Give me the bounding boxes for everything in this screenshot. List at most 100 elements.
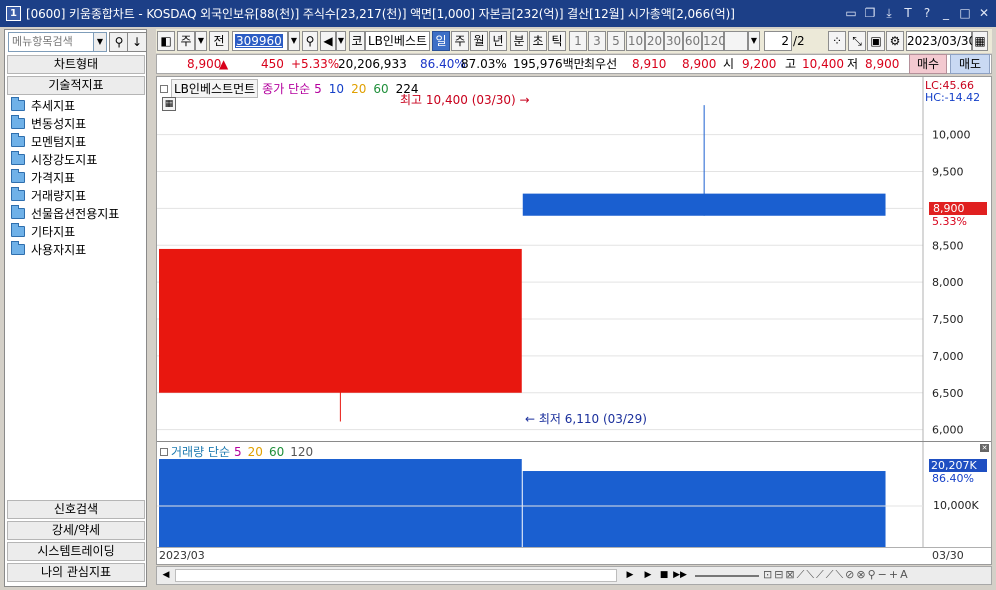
menu-search-input[interactable]: 메뉴항목검색	[8, 32, 94, 52]
scroll-track[interactable]	[175, 569, 617, 582]
volume-bar	[522, 471, 886, 547]
sell-button[interactable]: 매도	[950, 54, 990, 74]
custom-interval-select[interactable]	[724, 31, 748, 51]
ma-20: 20	[351, 81, 367, 96]
interval-button[interactable]: 1	[569, 31, 587, 51]
tree-item[interactable]: 거래량지표	[11, 186, 119, 204]
interval-button[interactable]: 20	[645, 31, 664, 51]
period-week[interactable]: 주	[451, 31, 469, 51]
period-month[interactable]: 월	[470, 31, 488, 51]
chevron-down-icon[interactable]: ▼	[93, 32, 107, 52]
volume-legend: 거래량 단순 5 20 60 120	[160, 443, 313, 460]
stock-name-field[interactable]: LB인베스트	[365, 31, 430, 51]
play-icon[interactable]: ▶	[641, 568, 655, 583]
crosshair-icon[interactable]: ⁘	[828, 31, 846, 51]
interval-button[interactable]: 30	[664, 31, 683, 51]
ma-60: 60	[373, 81, 389, 96]
close-pane-icon[interactable]: ✕	[980, 444, 989, 452]
low-price: 8,900	[865, 57, 900, 71]
change-percent: +5.33%	[291, 57, 340, 71]
section-my-indicators[interactable]: 나의 관심지표	[7, 563, 145, 582]
chevron-down-icon[interactable]: ▼	[288, 31, 300, 51]
period-day[interactable]: 일	[432, 31, 450, 51]
download-icon[interactable]: ↓	[127, 32, 147, 52]
stock-type-select[interactable]: 주	[177, 31, 195, 51]
folder-icon	[11, 168, 25, 183]
tree-item[interactable]: 사용자지표	[11, 240, 119, 258]
fast-forward-icon[interactable]: ▶▶	[673, 568, 687, 583]
indicator-tree: 추세지표 변동성지표 모멘텀지표 시장강도지표 가격지표 거래량지표 선물옵션전…	[11, 96, 119, 258]
buy-button[interactable]: 매수	[909, 54, 947, 74]
search-icon[interactable]: ⚲	[302, 31, 318, 51]
indicator-panel: 메뉴항목검색 ▼ ⚲ ↓ 차트형태 기술적지표 추세지표 변동성지표 모멘텀지표…	[4, 29, 147, 587]
pin-icon[interactable]: ⤓	[881, 5, 897, 21]
folder-icon	[11, 222, 25, 237]
period-tick[interactable]: 틱	[548, 31, 566, 51]
interval-button[interactable]: 10	[626, 31, 645, 51]
tree-item[interactable]: 기타지표	[11, 222, 119, 240]
prev-button[interactable]: 전	[209, 31, 229, 51]
period-second[interactable]: 초	[529, 31, 547, 51]
gear-icon[interactable]: ⚙	[886, 31, 904, 51]
stop-icon[interactable]: ■	[657, 568, 671, 583]
section-technical-indicators[interactable]: 기술적지표	[7, 76, 145, 95]
font-icon[interactable]: T	[900, 5, 916, 21]
ma-10: 10	[328, 81, 345, 96]
scroll-left-icon[interactable]: ◀	[159, 568, 173, 583]
tree-item[interactable]: 변동성지표	[11, 114, 119, 132]
tree-item[interactable]: 모멘텀지표	[11, 132, 119, 150]
help-icon[interactable]: ?	[919, 5, 935, 21]
interval-button[interactable]: 120	[702, 31, 726, 51]
pane-divider	[157, 441, 991, 442]
open-price: 9,200	[742, 57, 777, 71]
volume-bar	[159, 459, 522, 547]
page-input[interactable]: 2	[764, 31, 792, 51]
minimize-icon[interactable]: _	[938, 5, 954, 21]
section-signal-search[interactable]: 신호검색	[7, 500, 145, 519]
maximize-icon[interactable]: □	[957, 5, 973, 21]
section-chart-type[interactable]: 차트형태	[7, 55, 145, 74]
chevron-down-icon[interactable]: ▼	[195, 31, 207, 51]
drawing-tools[interactable]: ⊡⊟⊠⟋⟍⟋⟋⟍⊘⊗⚲−+A	[763, 567, 989, 583]
section-system-trading[interactable]: 시스템트레이딩	[7, 542, 145, 561]
date-input[interactable]: 2023/03/30	[906, 31, 976, 51]
chevron-down-icon[interactable]: ▼	[748, 31, 760, 51]
speaker-icon[interactable]: ◀	[320, 31, 336, 51]
volume-axis-tick: 10,000K	[933, 499, 979, 512]
zoom-slider[interactable]	[695, 575, 759, 577]
volume-percent: 86.40%	[420, 57, 466, 71]
tool-icon[interactable]: ⤡	[848, 31, 866, 51]
price-info-bar: 8,900 ▲ 450 +5.33% 20,206,933 86.40% 87.…	[156, 54, 992, 74]
interval-button[interactable]: 5	[607, 31, 625, 51]
page-total: /2	[793, 34, 805, 48]
x-axis-start-label: 2023/03	[159, 549, 205, 562]
interval-button[interactable]: 60	[683, 31, 702, 51]
best-bid: 8,900	[682, 57, 717, 71]
tree-item[interactable]: 시장강도지표	[11, 150, 119, 168]
section-bull-bear[interactable]: 강세/약세	[7, 521, 145, 540]
stock-name-label[interactable]: LB인베스트먼트	[171, 79, 259, 98]
y-tick-label: 6,000	[932, 424, 964, 437]
stock-code-input[interactable]: 309960	[232, 31, 288, 51]
tree-item[interactable]: 선물옵션전용지표	[11, 204, 119, 222]
chevron-down-icon[interactable]: ▼	[336, 31, 346, 51]
period-year[interactable]: 년	[489, 31, 507, 51]
restore-icon[interactable]: ❐	[862, 5, 878, 21]
layout-icon[interactable]: ▭	[843, 5, 859, 21]
chart-scrollbar: ◀ ▶ ▶ ■ ▶▶ ⊡⊟⊠⟋⟍⟋⟋⟍⊘⊗⚲−+A	[156, 566, 992, 585]
calendar-icon[interactable]: ▦	[972, 31, 988, 51]
vol-ma-5: 5	[234, 444, 242, 459]
save-icon[interactable]: ▣	[867, 31, 885, 51]
search-icon[interactable]: ⚲	[109, 32, 129, 52]
close-icon[interactable]: ✕	[976, 5, 992, 21]
legend-marker	[160, 84, 168, 93]
tree-item[interactable]: 추세지표	[11, 96, 119, 114]
market-label[interactable]: 코	[349, 31, 365, 51]
interval-button[interactable]: 3	[588, 31, 606, 51]
panel-toggle-icon[interactable]: ◧	[157, 31, 175, 51]
tree-item[interactable]: 가격지표	[11, 168, 119, 186]
window-number-icon: 1	[6, 6, 21, 21]
grid-icon[interactable]: ▦	[162, 97, 176, 111]
scroll-right-icon[interactable]: ▶	[623, 568, 637, 583]
period-minute[interactable]: 분	[510, 31, 528, 51]
